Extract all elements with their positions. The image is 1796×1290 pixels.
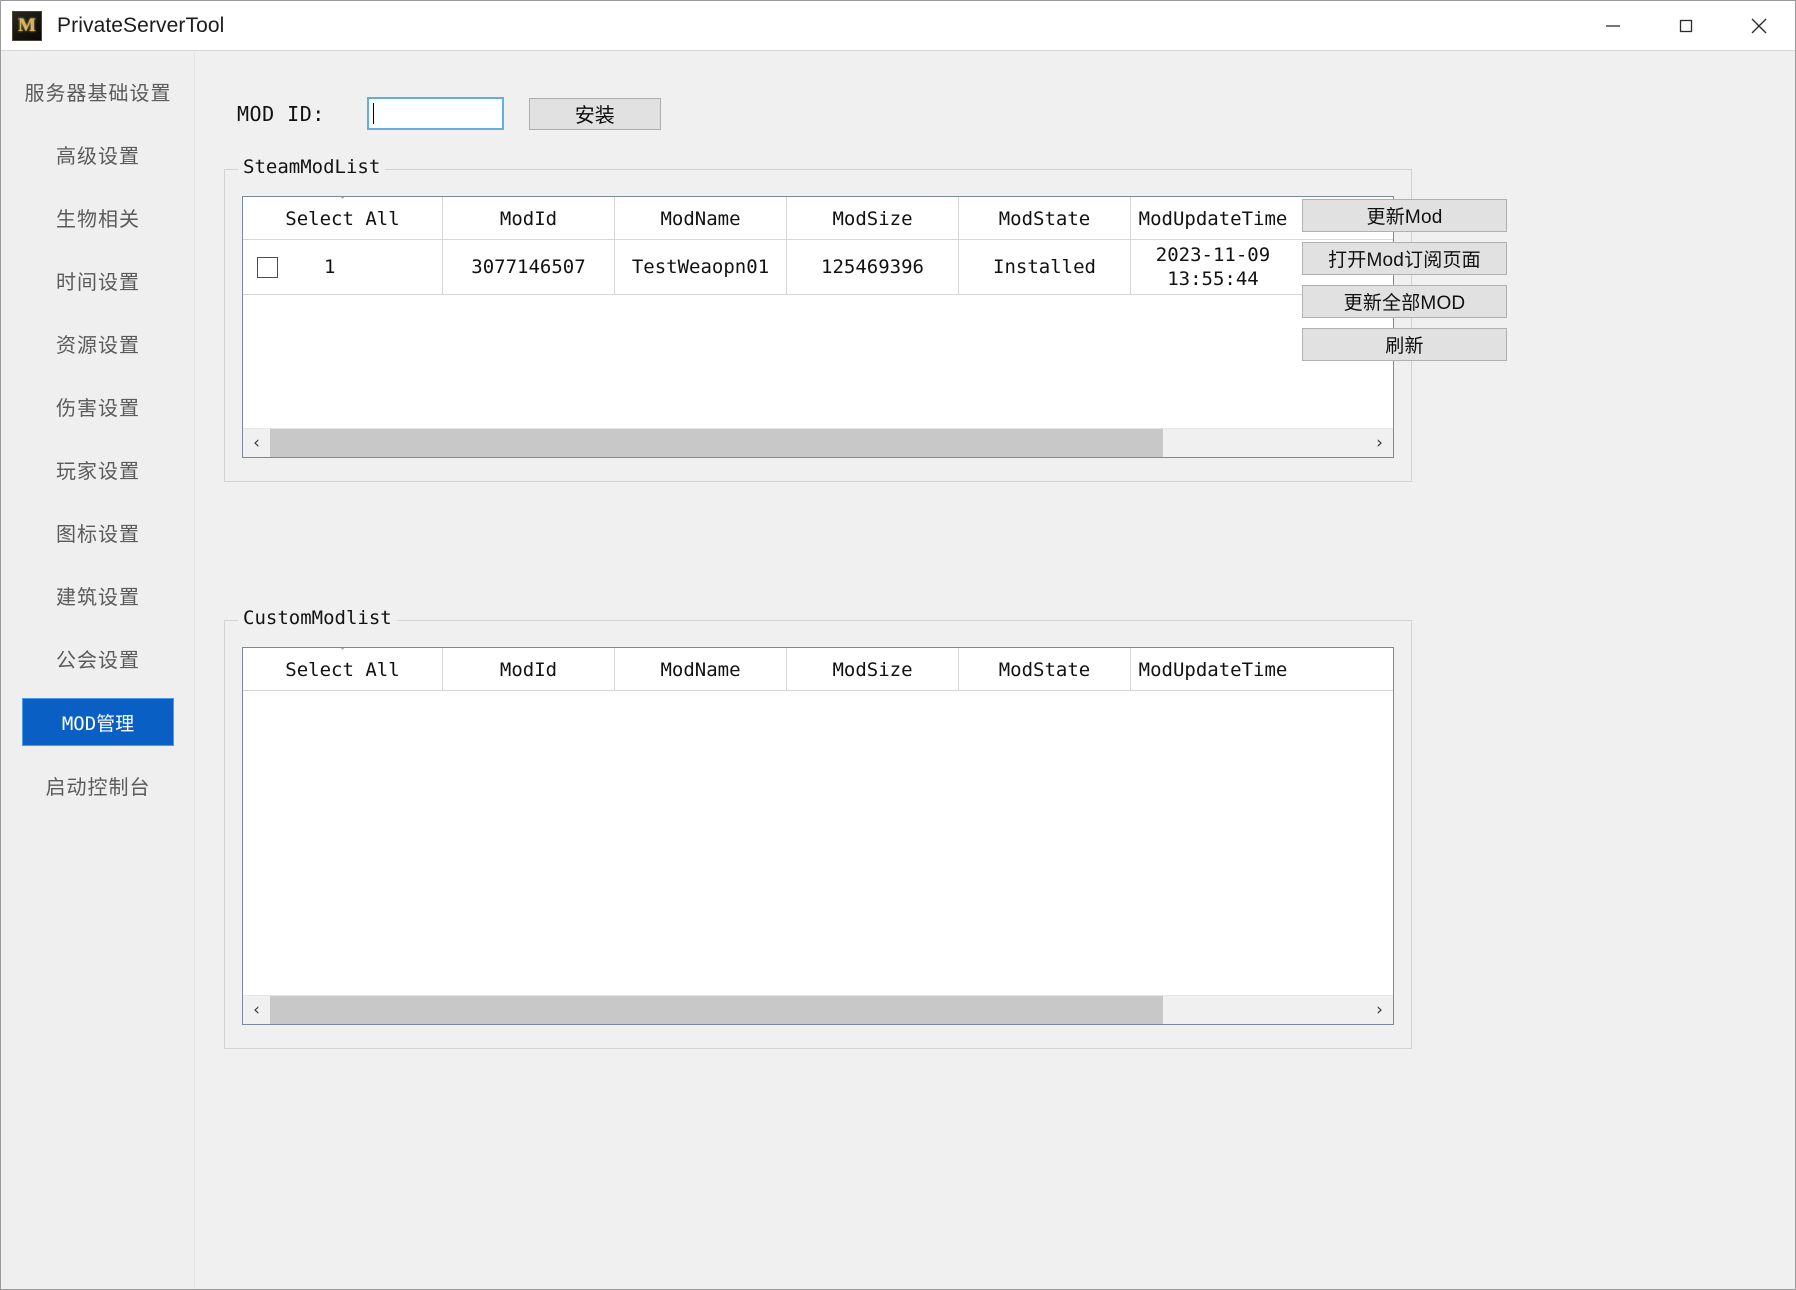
cell-modupdatetime: 2023-11-09 13:55:44 <box>1131 240 1295 294</box>
mod-id-label: MOD ID: <box>237 102 325 126</box>
sidebar-item-label: 伤害设置 <box>56 392 140 421</box>
mod-id-row: MOD ID: 安装 <box>237 97 661 130</box>
sidebar-item-resource[interactable]: 资源设置 <box>2 312 194 375</box>
custom-mod-list-legend: CustomModlist <box>238 607 397 629</box>
scroll-right-icon[interactable]: › <box>1366 996 1393 1024</box>
custom-mod-list-hscrollbar[interactable]: ‹ › <box>243 995 1393 1024</box>
column-label: ModSize <box>832 208 912 230</box>
column-label: ModUpdateTime <box>1139 208 1288 230</box>
sidebar-item-advanced[interactable]: 高级设置 <box>2 123 194 186</box>
sidebar: 服务器基础设置 高级设置 生物相关 时间设置 资源设置 伤害设置 玩家设置 图标… <box>2 52 195 1289</box>
column-label: ModSize <box>832 659 912 681</box>
column-header-modname[interactable]: ModName <box>615 197 787 240</box>
update-date: 2023-11-09 <box>1156 243 1270 267</box>
sidebar-item-label: 玩家设置 <box>56 455 140 484</box>
sidebar-item-guild[interactable]: 公会设置 <box>2 627 194 690</box>
cell-modstate: Installed <box>959 240 1131 294</box>
column-label: ModId <box>500 208 557 230</box>
steam-mod-list-grid[interactable]: ˇ Select All ModId ModName ModSize ModSt… <box>242 196 1394 458</box>
column-label: ModName <box>660 208 740 230</box>
title-bar: M PrivateServerTool <box>1 1 1795 51</box>
scroll-left-icon[interactable]: ‹ <box>243 996 270 1024</box>
install-button[interactable]: 安装 <box>529 98 661 130</box>
sidebar-item-mod-management[interactable]: MOD管理 <box>22 698 174 746</box>
sidebar-item-label: 启动控制台 <box>46 771 151 800</box>
sidebar-item-time[interactable]: 时间设置 <box>2 249 194 312</box>
close-icon[interactable] <box>1722 1 1795 50</box>
open-mod-subscription-button[interactable]: 打开Mod订阅页面 <box>1302 242 1507 275</box>
sidebar-item-label: 资源设置 <box>56 329 140 358</box>
table-row[interactable]: 1 3077146507 TestWeaopn01 125469396 Inst… <box>243 240 1393 295</box>
scroll-right-icon[interactable]: › <box>1366 429 1393 457</box>
scrollbar-track[interactable] <box>270 429 1366 457</box>
column-header-modsize[interactable]: ModSize <box>787 197 959 240</box>
scrollbar-thumb[interactable] <box>270 429 1163 457</box>
sidebar-item-label: 图标设置 <box>56 518 140 547</box>
sidebar-item-console[interactable]: 启动控制台 <box>2 754 194 817</box>
column-header-modsize[interactable]: ModSize <box>787 648 959 691</box>
custom-mod-list-grid[interactable]: ˇ Select All ModId ModName ModSize ModSt… <box>242 647 1394 1025</box>
steam-mod-list-legend: SteamModList <box>238 156 385 178</box>
column-label: ModUpdateTime <box>1139 659 1288 681</box>
column-header-modstate[interactable]: ModState <box>959 648 1131 691</box>
window-title: PrivateServerTool <box>57 14 224 38</box>
main-content: MOD ID: 安装 SteamModList ˇ Select All Mod… <box>196 52 1794 1288</box>
sidebar-item-damage[interactable]: 伤害设置 <box>2 375 194 438</box>
sidebar-item-building[interactable]: 建筑设置 <box>2 564 194 627</box>
chevron-down-icon: ˇ <box>339 649 347 660</box>
row-checkbox[interactable] <box>257 257 278 278</box>
mod-id-input[interactable] <box>367 97 504 130</box>
sidebar-item-label: 建筑设置 <box>56 581 140 610</box>
refresh-button[interactable]: 刷新 <box>1302 328 1507 361</box>
sidebar-item-label: 生物相关 <box>56 203 140 232</box>
update-mod-button[interactable]: 更新Mod <box>1302 199 1507 232</box>
column-header-select-all[interactable]: ˇ Select All <box>243 648 443 691</box>
scroll-left-icon[interactable]: ‹ <box>243 429 270 457</box>
sidebar-item-label: 服务器基础设置 <box>25 77 172 106</box>
column-label: ModState <box>999 208 1091 230</box>
column-header-modid[interactable]: ModId <box>443 197 615 240</box>
column-header-modname[interactable]: ModName <box>615 648 787 691</box>
sidebar-item-label: 时间设置 <box>56 266 140 295</box>
sidebar-item-player[interactable]: 玩家设置 <box>2 438 194 501</box>
steam-mod-list-group: SteamModList ˇ Select All ModId ModName … <box>224 169 1412 482</box>
row-index: 1 <box>324 255 335 280</box>
application-window: M PrivateServerTool 服务器基础设置 高级设置 生物相关 时间… <box>0 0 1796 1290</box>
sidebar-item-creature[interactable]: 生物相关 <box>2 186 194 249</box>
custom-mod-list-group: CustomModlist ˇ Select All ModId ModName… <box>224 620 1412 1049</box>
cell-modname: TestWeaopn01 <box>615 240 787 294</box>
maximize-icon[interactable] <box>1649 1 1722 50</box>
cell-modid: 3077146507 <box>443 240 615 294</box>
sidebar-item-label: 公会设置 <box>56 644 140 673</box>
app-logo-icon: M <box>12 11 42 41</box>
column-header-modid[interactable]: ModId <box>443 648 615 691</box>
scrollbar-track[interactable] <box>270 996 1366 1024</box>
scrollbar-thumb[interactable] <box>270 996 1163 1024</box>
mod-actions-panel: 更新Mod 打开Mod订阅页面 更新全部MOD 刷新 <box>1302 199 1507 361</box>
steam-mod-list-hscrollbar[interactable]: ‹ › <box>243 428 1393 457</box>
sidebar-item-label: MOD管理 <box>62 709 134 736</box>
column-header-modstate[interactable]: ModState <box>959 197 1131 240</box>
custom-mod-list-header: ˇ Select All ModId ModName ModSize ModSt… <box>243 648 1393 691</box>
minimize-icon[interactable] <box>1576 1 1649 50</box>
window-controls <box>1576 1 1795 50</box>
column-header-modupdatetime[interactable]: ModUpdateTime <box>1131 197 1295 240</box>
cell-modsize: 125469396 <box>787 240 959 294</box>
column-header-modupdatetime[interactable]: ModUpdateTime <box>1131 648 1295 691</box>
steam-mod-list-header: ˇ Select All ModId ModName ModSize ModSt… <box>243 197 1393 240</box>
sidebar-item-label: 高级设置 <box>56 140 140 169</box>
column-label: ModId <box>500 659 557 681</box>
update-all-mod-button[interactable]: 更新全部MOD <box>1302 285 1507 318</box>
column-label: ModState <box>999 659 1091 681</box>
row-select-cell[interactable]: 1 <box>243 240 443 294</box>
column-header-select-all[interactable]: ˇ Select All <box>243 197 443 240</box>
sidebar-item-server-basic[interactable]: 服务器基础设置 <box>2 60 194 123</box>
column-label: ModName <box>660 659 740 681</box>
update-time: 13:55:44 <box>1167 267 1259 291</box>
chevron-down-icon: ˇ <box>339 198 347 209</box>
sidebar-item-icon[interactable]: 图标设置 <box>2 501 194 564</box>
text-caret <box>373 103 374 124</box>
